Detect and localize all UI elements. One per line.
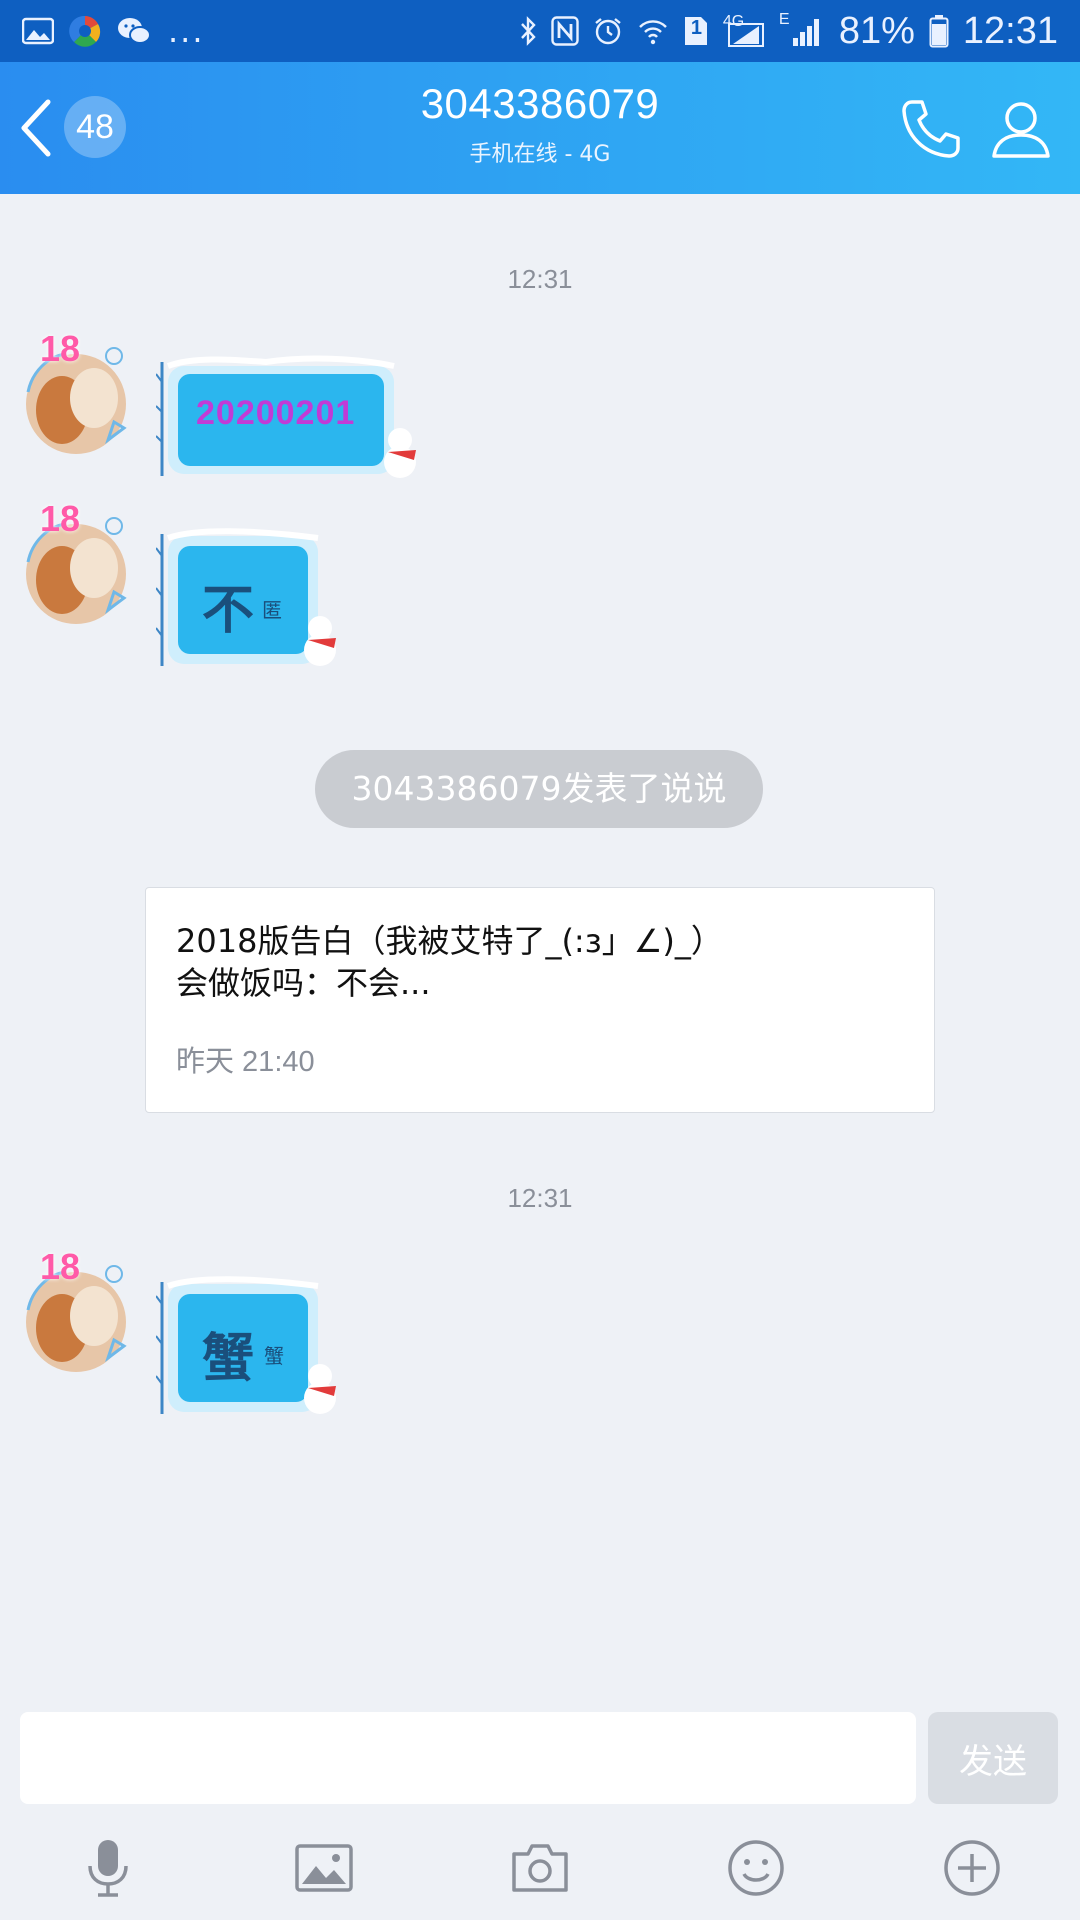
chat-header: 48 3043386079 手机在线 - 4G (0, 62, 1080, 194)
signal-4g-icon: 4G (723, 11, 765, 51)
avatar-badge-text: 18 (40, 498, 81, 539)
phone-icon (902, 100, 960, 158)
avatar[interactable]: 18 (22, 1246, 130, 1380)
emoji-icon (728, 1840, 784, 1896)
avatar-badge-text: 18 (40, 328, 81, 369)
status-bar: ... 1 4G E 81% 12:31 (0, 0, 1080, 62)
back-icon (21, 99, 51, 157)
battery-icon (929, 11, 949, 51)
profile-icon (992, 102, 1050, 158)
avatar[interactable]: 18 (22, 328, 130, 462)
message-input[interactable] (20, 1712, 916, 1804)
sticker-text: 不 (202, 581, 255, 641)
profile-button[interactable] (990, 98, 1052, 160)
more-button[interactable] (942, 1838, 1002, 1898)
voice-button[interactable] (78, 1838, 138, 1898)
wechat-icon (116, 11, 152, 51)
sticker-text: 蟹 (202, 1329, 255, 1389)
post-excerpt: 会做饭吗：不会... (176, 964, 431, 1002)
signal-icon: E (779, 11, 825, 51)
post-title: 2018版告白（我被艾特了_(:з」∠)_） (176, 922, 723, 960)
emoji-button[interactable] (726, 1838, 786, 1898)
wifi-icon (637, 11, 669, 51)
status-bar-right: 1 4G E 81% 12:31 (519, 10, 1058, 53)
image-icon (295, 1844, 353, 1892)
chat-title: 3043386079 (420, 80, 660, 127)
chat-subtitle: 手机在线 - 4G (469, 142, 611, 167)
sim-icon: 1 (683, 11, 709, 51)
more-notifications: ... (168, 12, 205, 50)
sticker-text: 20200201 (196, 394, 356, 432)
sticker-message-2[interactable]: 不 匿 (155, 526, 348, 676)
status-bar-left: ... (22, 11, 205, 51)
sticker-small-text: 蟹 (264, 1344, 284, 1368)
avatar-badge-text: 18 (40, 1246, 81, 1287)
nfc-icon (551, 11, 579, 51)
clock: 12:31 (962, 9, 1058, 52)
sim-slot-number: 1 (690, 17, 702, 39)
camera-button[interactable] (510, 1838, 570, 1898)
chat-title-block[interactable]: 3043386079 手机在线 - 4G (290, 80, 790, 168)
plus-icon (944, 1840, 1000, 1896)
battery-percent: 81% (838, 9, 915, 52)
avatar[interactable]: 18 (22, 498, 130, 632)
send-button[interactable]: 发送 (928, 1712, 1058, 1804)
browser-icon (68, 11, 102, 51)
signal-4g-label: 4G (722, 13, 745, 30)
message-timestamp: 12:31 (507, 264, 573, 294)
gallery-icon (22, 11, 54, 51)
post-time: 昨天 21:40 (176, 1046, 315, 1078)
image-button[interactable] (294, 1838, 354, 1898)
system-notice[interactable]: 3043386079发表了说说 (315, 750, 763, 828)
sticker-small-text: 匿 (262, 598, 282, 622)
microphone-icon (88, 1840, 128, 1897)
alarm-icon (593, 11, 623, 51)
bluetooth-icon (519, 11, 537, 51)
back-button[interactable] (18, 98, 54, 158)
message-timestamp: 12:31 (507, 1183, 573, 1213)
shared-post-card[interactable]: 2018版告白（我被艾特了_(:з」∠)_） 会做饭吗：不会... 昨天 21:… (145, 887, 935, 1113)
sticker-message-1[interactable]: 20200201 (155, 352, 428, 488)
voice-call-button[interactable] (898, 96, 964, 162)
sticker-message-3[interactable]: 蟹 蟹 (155, 1274, 348, 1424)
camera-icon (512, 1844, 568, 1892)
unread-count-badge[interactable]: 48 (64, 96, 126, 158)
signal-e-label: E (778, 11, 790, 28)
